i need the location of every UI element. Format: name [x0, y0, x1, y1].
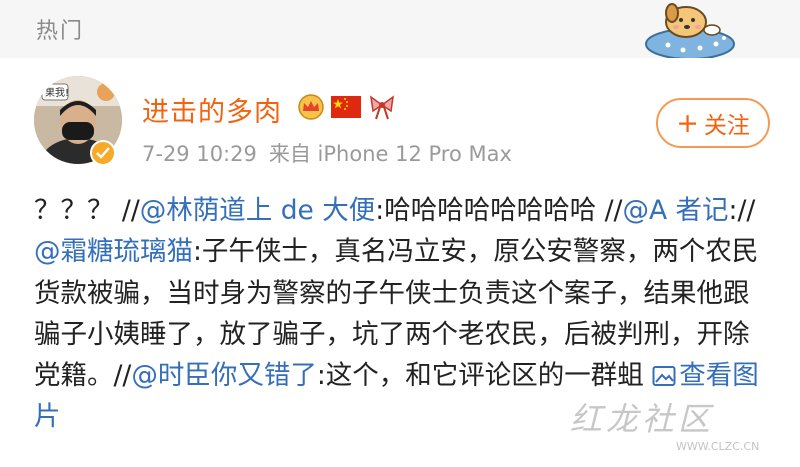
bow-icon [370, 95, 394, 120]
plus-icon: + [676, 107, 699, 139]
post-meta: 7-29 10:29 来自 iPhone 12 Pro Max [142, 138, 512, 168]
mention-link[interactable]: @时臣你又错了 [131, 360, 317, 391]
post-text-segment: :// [728, 195, 756, 226]
mention-link[interactable]: @林荫道上 de 大便 [140, 195, 375, 226]
cartoon-dog-sticker-icon [645, 3, 735, 58]
top-bar: 热门 [0, 0, 800, 58]
post-text-segment: :哈哈哈哈哈哈哈哈 // [375, 195, 623, 226]
avatar-sign-text: 果我! [45, 87, 69, 99]
watermark-url: WWW.CLZC.CN [676, 440, 760, 453]
crown-icon [298, 94, 324, 120]
site-watermark: 红龙社区 WWW.CLZC.CN [560, 394, 790, 458]
post-text-segment: :这个，和它评论区的一群蛆 [316, 360, 653, 392]
follow-button[interactable]: + 关注 [656, 98, 770, 148]
author-name[interactable]: 进击的多肉 [142, 90, 282, 129]
mention-link[interactable]: @A 者记 [622, 195, 728, 226]
verified-badge-icon [90, 140, 116, 166]
post-source: 来自 iPhone 12 Pro Max [268, 142, 512, 166]
follow-label: 关注 [703, 113, 750, 139]
china-flag-icon [331, 96, 361, 118]
post-time: 7-29 10:29 [142, 142, 257, 166]
author-badges [297, 92, 397, 122]
mention-link[interactable]: @霜糖琉璃猫 [34, 236, 193, 267]
watermark-text: 红龙社区 [570, 400, 715, 438]
section-title: 热门 [36, 19, 85, 44]
image-icon [652, 366, 676, 387]
post-text-segment: ？？？ // [34, 195, 140, 226]
